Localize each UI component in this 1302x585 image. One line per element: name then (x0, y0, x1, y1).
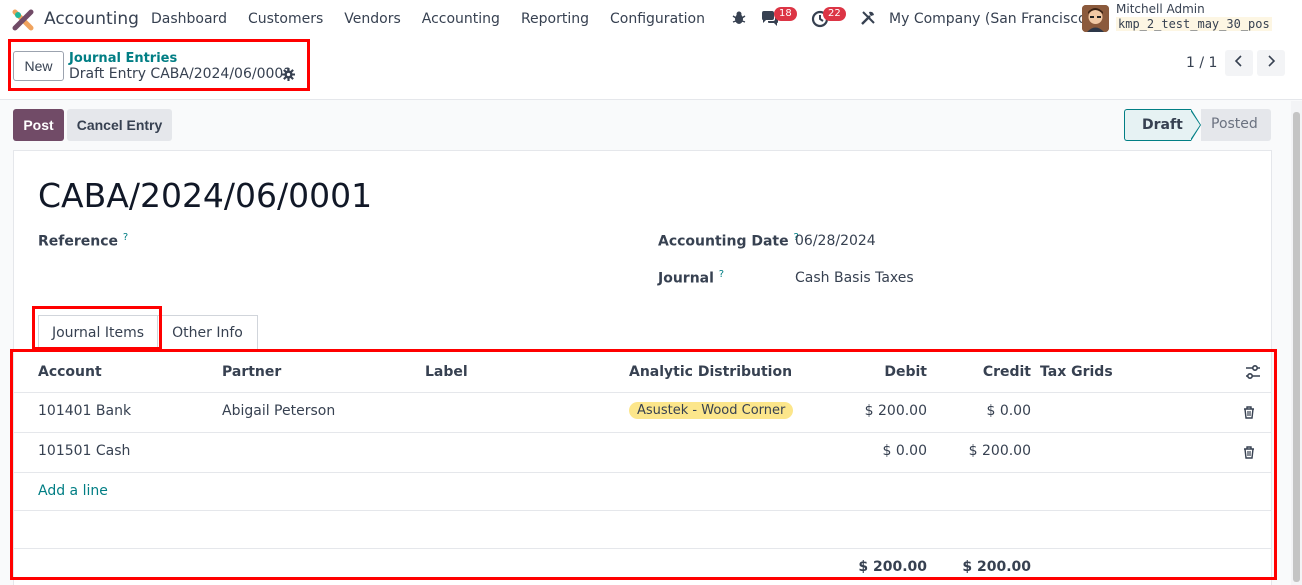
avatar-image (1082, 5, 1109, 32)
top-navbar: Accounting Dashboard Customers Vendors A… (0, 0, 1302, 38)
pager-value[interactable]: 1 / 1 (1186, 55, 1217, 71)
accounting-app-icon[interactable] (12, 9, 34, 31)
col-header-debit[interactable]: Debit (860, 364, 927, 380)
row1-credit[interactable]: $ 0.00 (944, 403, 1031, 419)
row-divider (14, 510, 1271, 511)
row2-account[interactable]: 101501 Cash (38, 443, 130, 459)
row2-debit[interactable]: $ 0.00 (840, 443, 927, 459)
trash-icon[interactable] (1243, 406, 1255, 419)
help-tooltip-icon[interactable]: ? (719, 269, 724, 280)
journal-label: Journal ? (658, 269, 724, 287)
accounting-date-label-text: Accounting Date (658, 233, 789, 250)
activity-count-badge: 22 (823, 7, 846, 21)
debug-bug-icon[interactable] (731, 10, 747, 26)
accounting-date-field[interactable]: 06/28/2024 (795, 233, 876, 249)
status-arrow (1190, 109, 1201, 141)
col-header-tax-grids[interactable]: Tax Grids (1040, 364, 1113, 380)
chat-count-badge: 18 (774, 7, 797, 21)
tools-icon[interactable] (860, 10, 876, 26)
chevron-right-icon (1268, 55, 1276, 67)
tab-journal-items[interactable]: Journal Items (38, 315, 158, 351)
new-button[interactable]: New (13, 51, 64, 81)
pager-previous-button[interactable] (1225, 50, 1253, 76)
user-avatar[interactable] (1082, 5, 1109, 32)
row-divider (14, 548, 1271, 549)
menu-reporting[interactable]: Reporting (521, 11, 589, 27)
menu-customers[interactable]: Customers (248, 11, 323, 27)
status-draft[interactable]: Draft (1124, 109, 1191, 141)
database-name: kmp_2_test_may_30_pos (1116, 17, 1272, 31)
trash-icon[interactable] (1243, 446, 1255, 459)
menu-configuration[interactable]: Configuration (610, 11, 705, 27)
col-header-credit[interactable]: Credit (960, 364, 1031, 380)
row1-debit[interactable]: $ 200.00 (840, 403, 927, 419)
tab-divider (13, 350, 1272, 351)
control-panel: New Journal Entries Draft Entry CABA/202… (0, 38, 1302, 100)
pager-next-button[interactable] (1257, 50, 1285, 76)
total-credit: $ 200.00 (962, 559, 1031, 575)
company-switcher[interactable]: My Company (San Francisco) (889, 11, 1092, 27)
accounting-date-label: Accounting Date ? (658, 232, 799, 250)
add-line-link[interactable]: Add a line (38, 483, 108, 499)
analytic-tag[interactable]: Asustek - Wood Corner (629, 402, 794, 419)
cancel-entry-button[interactable]: Cancel Entry (67, 109, 172, 141)
row2-credit[interactable]: $ 200.00 (944, 443, 1031, 459)
row1-partner[interactable]: Abigail Peterson (222, 403, 335, 419)
scrollbar-thumb[interactable] (1293, 112, 1300, 582)
reference-label: Reference ? (38, 232, 128, 250)
header-divider (14, 392, 1271, 393)
gear-icon[interactable] (282, 68, 295, 81)
row-divider (14, 472, 1271, 473)
menu-vendors[interactable]: Vendors (344, 11, 400, 27)
post-button[interactable]: Post (13, 109, 64, 141)
main-menu: Dashboard Customers Vendors Accounting R… (151, 11, 726, 27)
col-header-label[interactable]: Label (425, 364, 468, 380)
page-title: CABA/2024/06/0001 (38, 176, 373, 215)
journal-label-text: Journal (658, 270, 714, 287)
app-name[interactable]: Accounting (44, 9, 139, 29)
status-bar: Draft Posted (1124, 109, 1271, 141)
row1-account[interactable]: 101401 Bank (38, 403, 131, 419)
status-posted[interactable]: Posted (1201, 109, 1271, 141)
menu-accounting[interactable]: Accounting (422, 11, 500, 27)
col-header-partner[interactable]: Partner (222, 364, 281, 380)
journal-field[interactable]: Cash Basis Taxes (795, 270, 914, 286)
column-settings-icon[interactable] (1245, 364, 1261, 380)
row-divider (14, 432, 1271, 433)
menu-dashboard[interactable]: Dashboard (151, 11, 227, 27)
col-header-analytic[interactable]: Analytic Distribution (629, 364, 792, 380)
col-header-account[interactable]: Account (38, 364, 102, 380)
total-debit: $ 200.00 (858, 559, 927, 575)
breadcrumb-current-record: Draft Entry CABA/2024/06/0001 (69, 66, 293, 82)
chevron-left-icon (1234, 55, 1242, 67)
reference-label-text: Reference (38, 233, 119, 250)
user-name[interactable]: Mitchell Admin (1116, 2, 1205, 16)
breadcrumb-journal-entries[interactable]: Journal Entries (69, 51, 177, 66)
tab-other-info[interactable]: Other Info (158, 315, 258, 351)
help-tooltip-icon[interactable]: ? (123, 232, 128, 243)
